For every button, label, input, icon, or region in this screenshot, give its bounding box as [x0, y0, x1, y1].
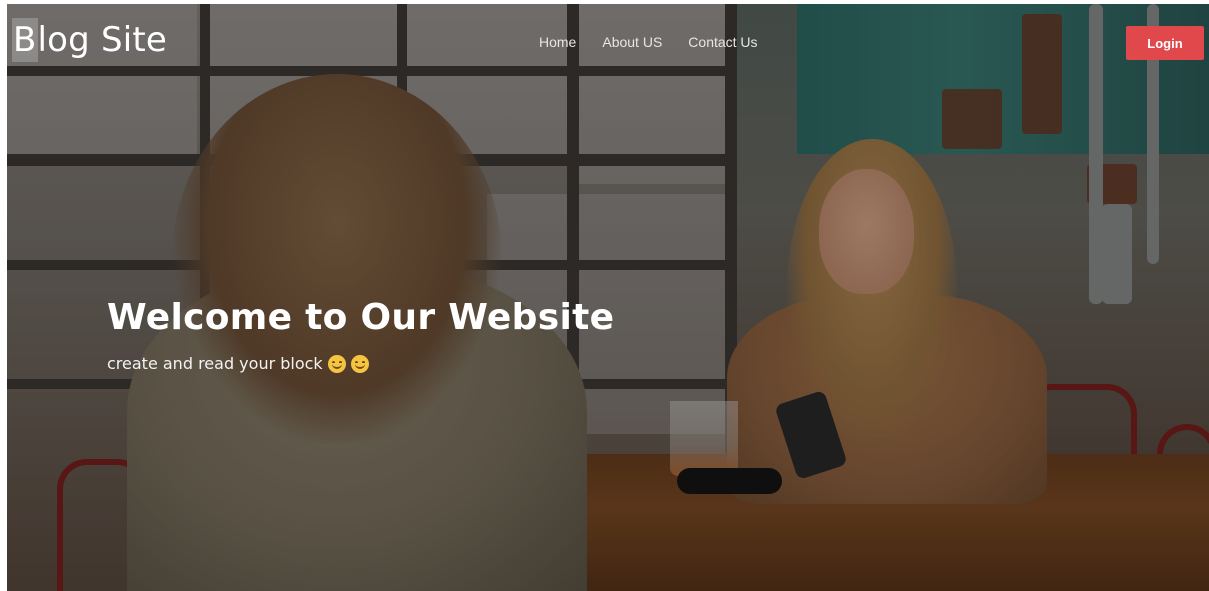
main-nav: Home About US Contact Us: [539, 34, 758, 50]
smiling-face-icon: [327, 354, 346, 373]
hero-subtitle: create and read your block: [107, 354, 323, 373]
site-logo[interactable]: Blog Site: [12, 18, 167, 62]
hero-title: Welcome to Our Website: [107, 297, 615, 338]
nav-link-about-us[interactable]: About US: [602, 34, 662, 50]
logo-rest: log Site: [37, 20, 168, 60]
nav-link-contact-us[interactable]: Contact Us: [688, 34, 757, 50]
login-button[interactable]: Login: [1126, 26, 1204, 60]
logo-first-letter: B: [12, 18, 38, 62]
nav-link-home[interactable]: Home: [539, 34, 576, 50]
smiling-face-icon: [350, 354, 369, 373]
hero-subtitle-row: create and read your block: [107, 354, 369, 373]
